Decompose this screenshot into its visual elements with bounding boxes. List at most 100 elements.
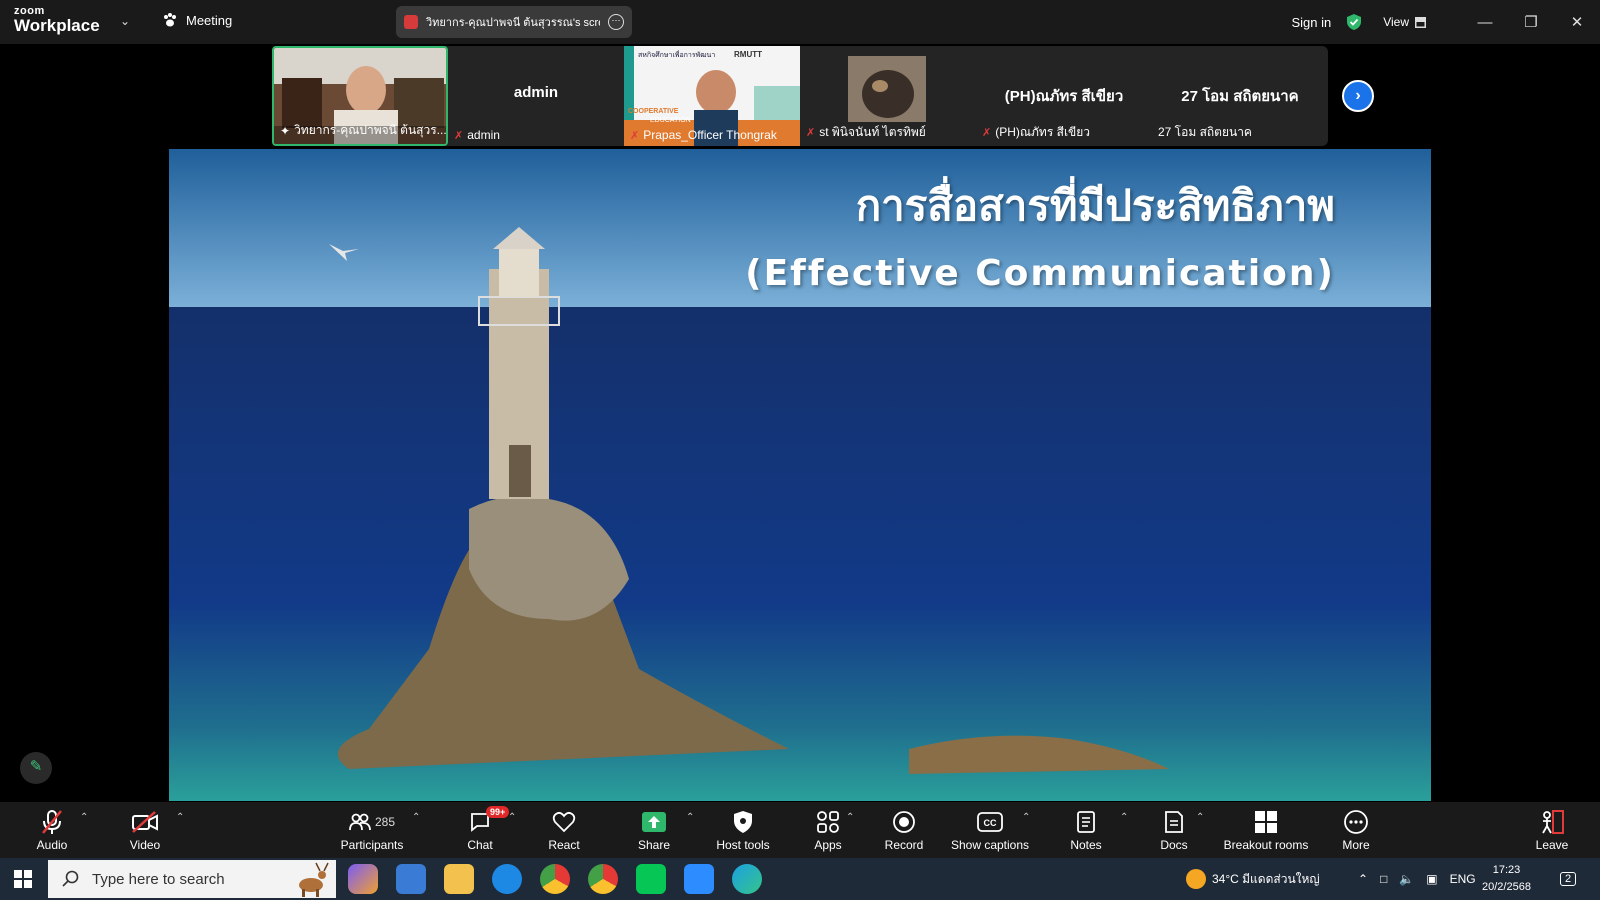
docs-options-caret[interactable]: ⌃	[1196, 812, 1204, 823]
title-bar: zoom Workplace ⌄ Meeting วิทยากร-คุณปาพจ…	[0, 0, 1600, 44]
search-placeholder: Type here to search	[92, 870, 225, 888]
share-options-caret[interactable]: ⌃	[686, 812, 694, 823]
chrome-icon[interactable]	[540, 864, 570, 894]
slide-title: การสื่อสารที่มีประสิทธิภาพ	[855, 181, 1335, 230]
more-icon	[1344, 810, 1368, 834]
notifications-button[interactable]: 2	[1560, 858, 1577, 900]
docs-button[interactable]: Docs	[1156, 808, 1192, 852]
slide-subtitle: (Effective Communication)	[745, 253, 1335, 294]
titlebar-right: Sign in View — ❐ ✕	[1291, 0, 1600, 44]
share-screen-button[interactable]: Share	[634, 808, 674, 852]
close-icon[interactable]: ✕	[1554, 13, 1600, 31]
video-tile[interactable]: ✦ วิทยากร-คุณปาพจนี ต้นสุวร...	[272, 46, 448, 146]
video-tile[interactable]: (PH)ณภัทร สีเขียว ✗ (PH)ณภัทร สีเขียว	[976, 46, 1152, 146]
internet-explorer-icon[interactable]	[492, 864, 522, 894]
leave-button[interactable]: Leave	[1532, 808, 1572, 852]
view-button[interactable]: View	[1383, 15, 1426, 29]
meeting-label: Meeting	[186, 12, 233, 28]
record-button[interactable]: Record	[882, 808, 926, 852]
tile-name: ✗ (PH)ณภัทร สีเขียว	[982, 125, 1091, 139]
language-indicator[interactable]: ENG	[1450, 872, 1476, 886]
share-screen-icon	[642, 812, 666, 832]
sign-in-link[interactable]: Sign in	[1291, 15, 1331, 30]
system-tray: ⌃ □ 🔈 ▣ ENG	[1358, 858, 1476, 900]
security-shield-icon[interactable]	[1345, 13, 1363, 31]
tile-name: ✦ วิทยากร-คุณปาพจนี ต้นสุวร...	[280, 123, 447, 138]
copilot-app-icon[interactable]	[348, 864, 378, 894]
widgets-app-icon[interactable]	[396, 864, 426, 894]
taskbar-search-input[interactable]: Type here to search	[48, 860, 336, 898]
docs-icon	[1165, 811, 1183, 833]
next-page-button[interactable]: ›	[1342, 80, 1374, 112]
mic-muted-icon: ✗	[454, 129, 464, 142]
mic-muted-icon: ✗	[982, 127, 992, 139]
apps-options-caret[interactable]: ⌃	[846, 812, 854, 823]
lighthouse-image	[169, 149, 1431, 801]
edge-icon[interactable]	[732, 864, 762, 894]
network-icon[interactable]: ▣	[1426, 872, 1437, 886]
breakout-rooms-button[interactable]: Breakout rooms	[1220, 808, 1312, 852]
host-tools-button[interactable]: Host tools	[714, 808, 772, 852]
speaker-muted-icon[interactable]: 🔈	[1399, 872, 1414, 886]
file-explorer-icon[interactable]	[444, 864, 474, 894]
leave-icon	[1542, 810, 1564, 834]
share-label: วิทยากร-คุณปาพจนี ต้นสุวรรณ's scre	[426, 17, 600, 29]
chat-options-caret[interactable]: ⌃	[508, 812, 516, 823]
meeting-menu[interactable]: Meeting	[162, 12, 232, 28]
thumb-edu: EDUCATION	[650, 117, 691, 124]
react-button[interactable]: React	[544, 808, 584, 852]
restore-icon[interactable]: ❐	[1508, 13, 1554, 31]
chrome-profile-icon[interactable]	[588, 864, 618, 894]
weather-widget[interactable]: 34°C มีแดดส่วนใหญ่	[1186, 858, 1320, 900]
line-app-icon[interactable]	[636, 864, 666, 894]
video-options-caret[interactable]: ⌃	[176, 812, 184, 823]
mic-muted-icon	[42, 810, 62, 834]
audio-options-caret[interactable]: ⌃	[80, 812, 88, 823]
record-icon	[893, 811, 915, 833]
windows-start-icon[interactable]	[14, 870, 32, 888]
mic-muted-icon: ✗	[630, 129, 640, 142]
breakout-rooms-icon	[1255, 811, 1277, 833]
deer-illustration-icon	[299, 862, 329, 897]
clock-date: 20/2/2568	[1482, 881, 1531, 893]
svg-text:CC: CC	[984, 818, 997, 828]
video-button[interactable]: Video	[124, 808, 166, 852]
more-options-icon[interactable]: ⋯	[608, 14, 624, 30]
clock-time: 17:23	[1492, 864, 1521, 876]
share-status-icon	[404, 15, 418, 29]
tile-display-name: (PH)ณภัทร สีเขียว	[1004, 88, 1124, 105]
chevron-down-icon[interactable]: ⌄	[120, 14, 130, 28]
video-tile[interactable]: สหกิจศึกษาเพื่อการพัฒนา RMUTT COOPERATIV…	[624, 46, 800, 146]
audio-button[interactable]: Audio	[32, 808, 72, 852]
zoom-logo[interactable]: zoom Workplace	[14, 6, 100, 35]
video-tile[interactable]: ✗ st พินิจนันท์ ไตรทิพย์	[800, 46, 976, 146]
apps-button[interactable]: Apps	[808, 808, 848, 852]
paw-icon	[164, 13, 176, 27]
notes-options-caret[interactable]: ⌃	[1120, 812, 1128, 823]
video-tile[interactable]: admin ✗ admin	[448, 46, 624, 146]
thumb-header: สหกิจศึกษาเพื่อการพัฒนา	[638, 52, 716, 59]
more-button[interactable]: More	[1336, 808, 1376, 852]
video-tile[interactable]: 27 โอม สถิตยนาค 27 โอม สถิตยนาค	[1152, 46, 1328, 146]
chevron-up-icon[interactable]: ⌃	[1358, 872, 1368, 886]
heart-icon	[552, 811, 576, 833]
captions-options-caret[interactable]: ⌃	[1022, 812, 1030, 823]
taskbar-clock[interactable]: 17:23 20/2/2568	[1482, 862, 1531, 896]
grid-icon	[1415, 16, 1426, 28]
mic-muted-icon: ✗	[806, 127, 816, 139]
windows-taskbar: Type here to search 34°C มีแดดส่วนใหญ่ ⌃…	[0, 858, 1600, 900]
minimize-icon[interactable]: —	[1462, 14, 1508, 31]
zoom-app-icon[interactable]	[684, 864, 714, 894]
participants-button[interactable]: 285 Participants	[336, 808, 408, 852]
video-off-icon	[132, 811, 158, 833]
closed-captions-icon: CC	[977, 812, 1003, 832]
meet-now-icon[interactable]: □	[1380, 872, 1387, 886]
participants-count: 285	[374, 815, 396, 829]
screen-share-indicator[interactable]: วิทยากร-คุณปาพจนี ต้นสุวรรณ's scre ⋯	[396, 6, 632, 38]
apps-icon	[817, 811, 839, 833]
annotate-pencil-icon[interactable]: ✎	[20, 752, 52, 784]
participants-options-caret[interactable]: ⌃	[412, 812, 420, 823]
captions-button[interactable]: CC Show captions	[950, 808, 1030, 852]
chat-button[interactable]: 99+ Chat	[460, 806, 510, 852]
notes-button[interactable]: Notes	[1066, 808, 1106, 852]
